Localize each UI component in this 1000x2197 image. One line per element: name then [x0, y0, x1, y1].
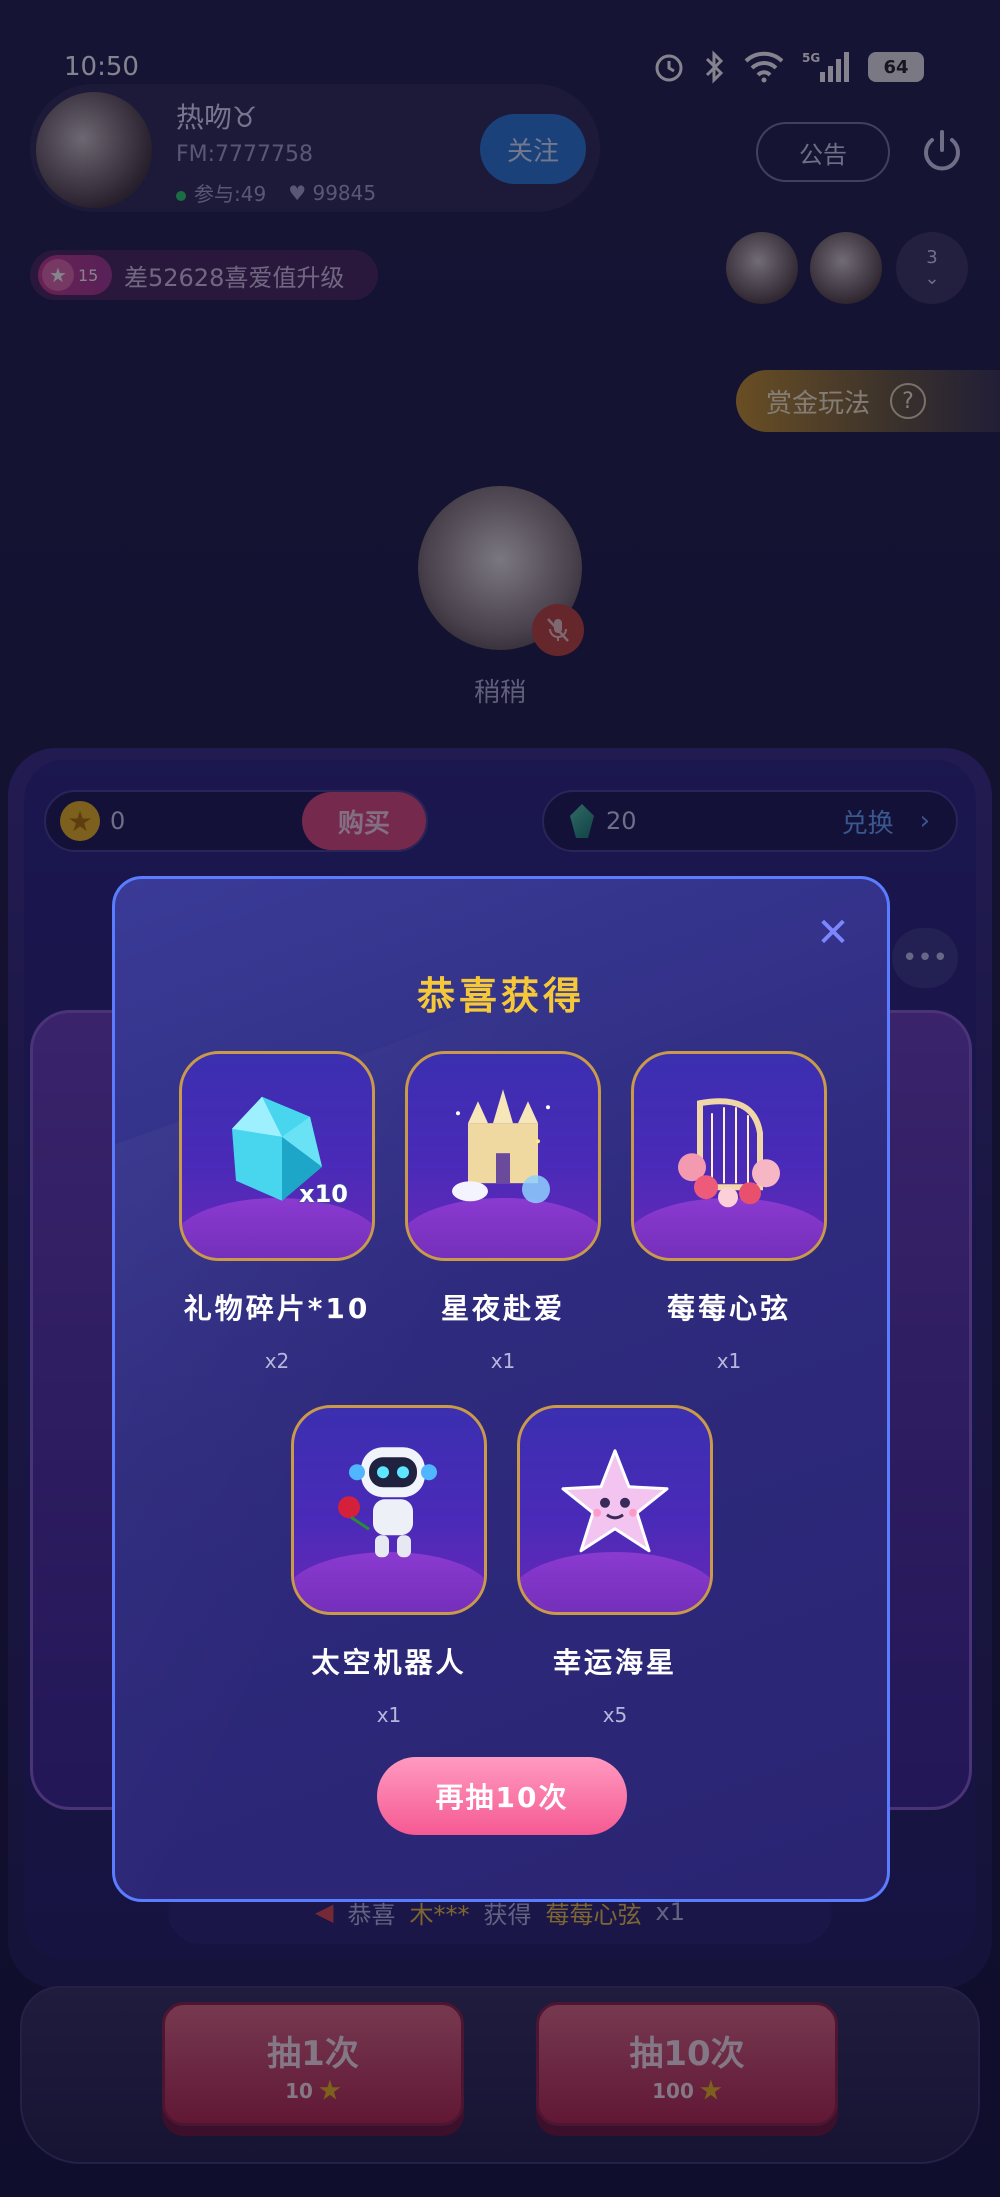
prize-name: 礼物碎片*10 — [183, 1292, 371, 1325]
draw-again-button[interactable]: 再抽10次 — [377, 1757, 627, 1835]
prize-item: 幸运海星 x5 — [517, 1405, 713, 1727]
prize-item: 莓莓心弦 x1 — [631, 1051, 827, 1373]
prize-quantity: x1 — [376, 1703, 402, 1727]
prize-quantity: x2 — [264, 1349, 290, 1373]
prize-card — [405, 1051, 601, 1261]
prize-card — [631, 1051, 827, 1261]
prize-name: 星夜赴爱 — [440, 1292, 565, 1325]
prize-quantity: x1 — [716, 1349, 742, 1373]
prize-quantity: x1 — [490, 1349, 516, 1373]
prize-item: x10 礼物碎片*10 x2 — [179, 1051, 375, 1373]
prize-card: x10 — [179, 1051, 375, 1261]
prize-card — [291, 1405, 487, 1615]
prize-name: 太空机器人 — [311, 1646, 467, 1679]
starfish-icon — [561, 1449, 669, 1553]
prize-name: 幸运海星 — [552, 1646, 677, 1679]
castle-carriage-icon — [452, 1089, 550, 1204]
prize-item: 太空机器人 x1 — [291, 1405, 487, 1727]
prize-name: 莓莓心弦 — [666, 1292, 791, 1325]
robot-rose-icon — [338, 1447, 437, 1558]
reward-modal: ✕ 恭喜获得 x10 礼物碎片*10 x2 星夜赴爱 x1 莓莓心弦 x1 太空… — [112, 876, 890, 1902]
prize-card — [517, 1405, 713, 1615]
prize-quantity: x5 — [602, 1703, 628, 1727]
modal-title: 恭喜获得 — [416, 974, 585, 1018]
close-icon[interactable]: ✕ — [815, 913, 851, 953]
prize-qty-tag: x10 — [299, 1180, 348, 1208]
prize-item: 星夜赴爱 x1 — [405, 1051, 601, 1373]
harp-flowers-icon — [678, 1098, 780, 1208]
